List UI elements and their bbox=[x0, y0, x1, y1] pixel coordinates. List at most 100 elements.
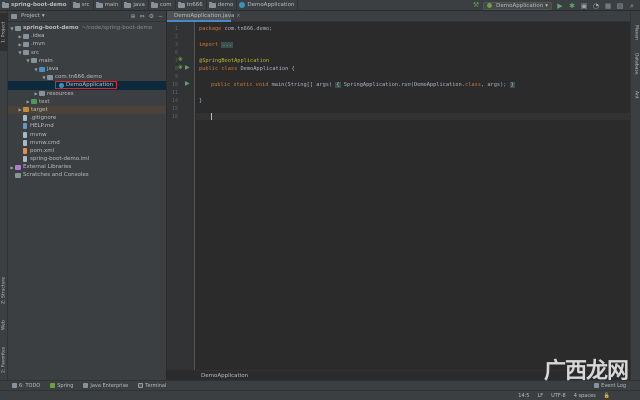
tool-tab-web[interactable]: Web bbox=[0, 316, 8, 334]
tree-item-gitignore[interactable]: .gitignore bbox=[8, 114, 166, 122]
folder-icon bbox=[31, 58, 37, 64]
line-number: 10 bbox=[171, 82, 178, 88]
tree-item-main[interactable]: ▼ main bbox=[8, 57, 166, 65]
build-hammer-icon[interactable]: ⚒ bbox=[473, 2, 479, 9]
tree-item-idea[interactable]: ▶ .idea bbox=[8, 32, 166, 40]
spring-bean-icon[interactable]: ❀ bbox=[178, 57, 183, 63]
breadcrumb-tn666[interactable]: tn666 bbox=[176, 0, 207, 11]
line-number: 3 bbox=[174, 42, 178, 48]
run-icon[interactable]: ▶ bbox=[556, 2, 564, 10]
left-tool-strip: 1: Project Z: Structure Web 2: Favorites bbox=[0, 11, 8, 380]
line-number: 2 bbox=[174, 34, 178, 40]
tool-tab-ant[interactable]: Ant bbox=[632, 91, 640, 105]
tool-tab-project[interactable]: 1: Project bbox=[0, 13, 8, 51]
class-icon bbox=[239, 2, 246, 8]
tree-item-help[interactable]: HELP.md bbox=[8, 122, 166, 130]
project-icon bbox=[11, 13, 17, 19]
tool-tab-maven[interactable]: Maven bbox=[632, 25, 640, 47]
watermark: 广西龙网 bbox=[543, 359, 629, 384]
tree-item-test[interactable]: ▶ test bbox=[8, 98, 166, 106]
run-gutter-icon[interactable]: ▶ bbox=[185, 81, 190, 87]
line-number: 9 bbox=[174, 74, 178, 80]
project-panel-header: Project ▾ ⊕ ⇔ ⚙ − bbox=[8, 11, 166, 22]
tree-item-mvn[interactable]: ▶ .mvn bbox=[8, 40, 166, 48]
breadcrumb-main[interactable]: main bbox=[94, 0, 123, 11]
folded-region[interactable]: ... bbox=[221, 42, 233, 48]
tree-item-scratches[interactable]: Scratches and Consoles bbox=[8, 171, 166, 179]
locate-icon[interactable]: ⊕ bbox=[131, 13, 136, 20]
file-icon bbox=[23, 115, 27, 122]
tree-item-demoapplication[interactable]: DemoApplication bbox=[8, 81, 166, 90]
line-number: 16 bbox=[171, 114, 178, 120]
line-separator[interactable]: LF bbox=[537, 393, 543, 399]
code-line: } bbox=[199, 98, 203, 104]
tool-window-java-enterprise[interactable]: Java Enterprise bbox=[83, 383, 128, 389]
breadcrumb-class[interactable]: DemoApplication bbox=[237, 0, 299, 11]
search-icon[interactable]: ⌕ bbox=[628, 2, 636, 10]
breadcrumb-project[interactable]: spring-boot-demo bbox=[0, 0, 71, 11]
spring-bean-icon[interactable]: ❀ bbox=[178, 65, 183, 71]
tree-item-java[interactable]: ▼ java bbox=[8, 65, 166, 73]
text-caret bbox=[211, 113, 212, 120]
run-config-select[interactable]: DemoApplication ▾ bbox=[483, 1, 552, 10]
markdown-file-icon bbox=[23, 123, 27, 130]
tree-item-pom[interactable]: pom.xml bbox=[8, 147, 166, 155]
source-folder-icon bbox=[39, 66, 45, 72]
line-number: 7 bbox=[174, 58, 178, 64]
folder-icon bbox=[23, 33, 29, 39]
line-number: 15 bbox=[171, 106, 178, 112]
collapse-all-icon[interactable]: ⇔ bbox=[140, 13, 145, 20]
project-tree: ▼ spring-boot-demo ~/code/spring-boot-demo… bbox=[8, 22, 166, 180]
tree-item-mvnw[interactable]: mvnw bbox=[8, 130, 166, 138]
tool-tab-favorites[interactable]: 2: Favorites bbox=[0, 341, 8, 379]
line-number: 14 bbox=[171, 98, 178, 104]
project-panel: Project ▾ ⊕ ⇔ ⚙ − ▼ spring-boot-demo ~/cod… bbox=[8, 11, 167, 380]
tree-item-resources[interactable]: ▶ resources bbox=[8, 90, 166, 98]
tree-item-package[interactable]: ▼ com.tn666.demo bbox=[8, 73, 166, 81]
excluded-folder-icon bbox=[23, 107, 29, 113]
tree-item-target[interactable]: ▶ target bbox=[8, 105, 166, 115]
library-icon bbox=[15, 164, 21, 170]
project-view-select[interactable]: Project ▾ bbox=[11, 13, 45, 19]
code-editor[interactable]: package com.tn666.demo; import ... @Spri… bbox=[196, 22, 630, 370]
file-encoding[interactable]: UTF-8 bbox=[551, 393, 566, 399]
tool-tab-structure[interactable]: Z: Structure bbox=[0, 271, 8, 311]
profile-icon[interactable]: ◔ bbox=[592, 2, 600, 10]
coverage-icon[interactable]: ▣ bbox=[580, 2, 588, 10]
close-icon[interactable]: × bbox=[236, 13, 240, 19]
lock-icon[interactable]: 🔓 bbox=[604, 393, 610, 399]
breadcrumb-demo[interactable]: demo bbox=[207, 0, 238, 11]
stop-icon[interactable]: ■ bbox=[604, 2, 612, 10]
tool-window-todo[interactable]: 6: TODO bbox=[12, 383, 40, 389]
line-number: 11 bbox=[171, 90, 178, 96]
line-number: 6 bbox=[174, 50, 178, 56]
run-gutter-icon[interactable]: ▶ bbox=[185, 65, 190, 71]
tree-item-mvnw-cmd[interactable]: mvnw.cmd bbox=[8, 139, 166, 147]
tree-item-external-libraries[interactable]: ▶ External Libraries bbox=[8, 163, 166, 171]
indent-setting[interactable]: 4 spaces bbox=[574, 393, 596, 399]
tab-demoapplication[interactable]: DemoApplication.java × bbox=[167, 11, 241, 22]
debug-icon[interactable]: ✱ bbox=[568, 2, 576, 10]
module-file-icon bbox=[23, 156, 27, 163]
right-tool-strip: Maven Database Ant bbox=[630, 11, 640, 380]
tree-item-iml[interactable]: spring-boot-demo.iml bbox=[8, 155, 166, 163]
breadcrumb-java[interactable]: java bbox=[122, 0, 149, 11]
todo-icon bbox=[12, 383, 17, 388]
breadcrumb-com[interactable]: com bbox=[149, 0, 176, 11]
folder-icon bbox=[72, 1, 80, 8]
editor-tabs: DemoApplication.java × bbox=[167, 11, 630, 22]
tool-window-terminal[interactable]: Terminal bbox=[138, 383, 166, 389]
module-folder-icon bbox=[15, 25, 21, 31]
tree-item-root[interactable]: ▼ spring-boot-demo ~/code/spring-boot-demo bbox=[8, 24, 166, 32]
project-structure-icon[interactable]: ▤ bbox=[616, 2, 624, 10]
breadcrumb-src[interactable]: src bbox=[71, 0, 94, 11]
tree-item-src[interactable]: ▼ src bbox=[8, 49, 166, 57]
scratches-icon bbox=[15, 172, 21, 178]
hide-icon[interactable]: − bbox=[158, 13, 163, 20]
tool-tab-database[interactable]: Database bbox=[632, 53, 640, 83]
tool-window-spring[interactable]: Spring bbox=[50, 383, 73, 389]
gear-icon[interactable]: ⚙ bbox=[149, 13, 154, 20]
caret-position[interactable]: 14:5 bbox=[518, 393, 529, 399]
folder-icon bbox=[23, 41, 29, 47]
code-line: package com.tn666.demo; bbox=[199, 26, 273, 32]
